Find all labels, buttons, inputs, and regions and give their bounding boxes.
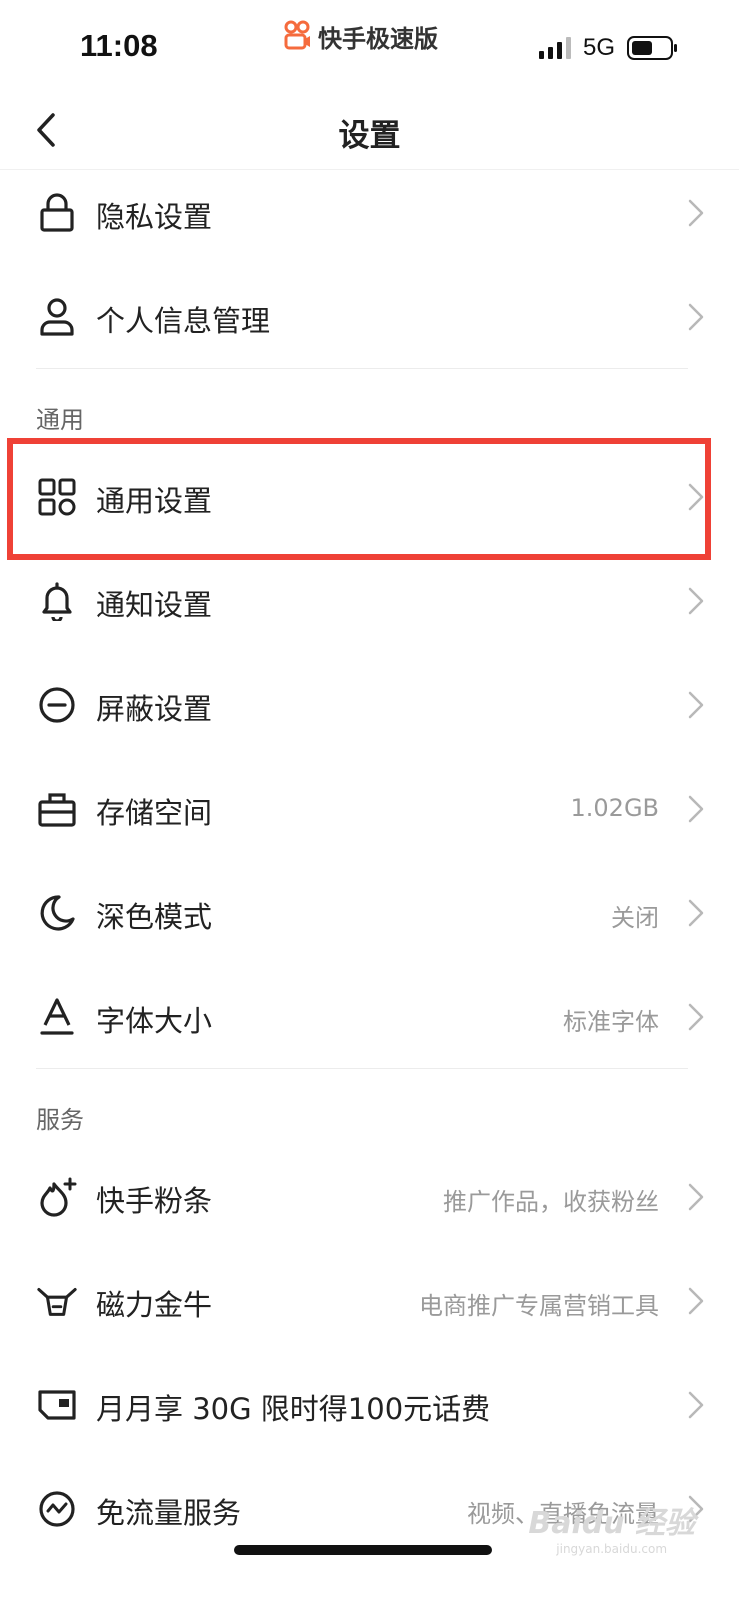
signal-icon — [538, 37, 571, 59]
watermark-brand: Baidu 经验 — [528, 1506, 695, 1541]
settings-item-privacy[interactable]: 隐私设置 — [0, 162, 739, 266]
settings-item-label: 隐私设置 — [96, 200, 213, 234]
moon-icon — [36, 892, 78, 934]
data-card-icon — [36, 1384, 78, 1426]
font-size-value: 标准字体 — [563, 1008, 659, 1036]
network-type: 5G — [582, 34, 615, 61]
settings-item-label: 存储空间 — [96, 796, 213, 830]
free-data-icon — [36, 1488, 78, 1530]
settings-item-label: 磁力金牛 — [96, 1288, 213, 1322]
settings-item-block[interactable]: 屏蔽设置 — [0, 654, 739, 758]
chevron-right-icon — [688, 1183, 704, 1211]
chevron-right-icon — [688, 795, 704, 823]
settings-item-label: 个人信息管理 — [96, 304, 271, 338]
settings-item-cili-jinniu[interactable]: 磁力金牛 电商推广专属营销工具 — [0, 1250, 739, 1354]
storage-size-value: 1.02GB — [570, 794, 660, 822]
baidu-watermark: Baidu 经验 jingyan.baidu.com — [528, 1498, 695, 1556]
settings-item-font-size[interactable]: 字体大小 标准字体 — [0, 966, 739, 1070]
dark-mode-value: 关闭 — [611, 904, 659, 932]
kuaishou-logo-icon — [284, 20, 310, 50]
status-time: 11:08 — [80, 28, 158, 63]
settings-item-personal-info[interactable]: 个人信息管理 — [0, 266, 739, 370]
font-size-icon — [36, 996, 78, 1038]
cili-jinniu-value: 电商推广专属营销工具 — [419, 1292, 659, 1320]
settings-item-monthly-data[interactable]: 月月享 30G 限时得100元话费 — [0, 1354, 739, 1458]
settings-item-storage[interactable]: 存储空间 1.02GB — [0, 758, 739, 862]
chevron-right-icon — [688, 303, 704, 331]
chevron-right-icon — [688, 1287, 704, 1315]
chevron-right-icon — [688, 899, 704, 927]
lock-icon — [36, 192, 78, 234]
section-title-general: 通用 — [36, 406, 84, 434]
user-icon — [36, 296, 78, 338]
page-title: 设置 — [338, 118, 401, 154]
bell-icon — [36, 580, 78, 622]
section-divider — [36, 1068, 688, 1069]
status-indicators: 5G — [538, 34, 679, 62]
settings-item-label: 字体大小 — [96, 1004, 213, 1038]
chevron-right-icon — [688, 199, 704, 227]
settings-item-label: 快手粉条 — [96, 1184, 213, 1218]
promotion-value: 推广作品，收获粉丝 — [443, 1188, 659, 1216]
chevron-right-icon — [688, 1391, 704, 1419]
settings-item-notifications[interactable]: 通知设置 — [0, 550, 739, 654]
chevron-right-icon — [688, 1003, 704, 1031]
settings-item-label: 深色模式 — [96, 900, 213, 934]
home-indicator[interactable] — [234, 1545, 492, 1555]
nav-bar: 设置 — [0, 90, 739, 170]
settings-item-label: 通知设置 — [96, 588, 213, 622]
watermark-url: jingyan.baidu.com — [556, 1542, 668, 1556]
settings-item-label: 免流量服务 — [96, 1496, 242, 1530]
status-app-name: 快手极速版 — [318, 24, 438, 53]
minus-circle-icon — [36, 684, 78, 726]
chevron-right-icon — [688, 691, 704, 719]
battery-icon — [627, 36, 677, 60]
bull-icon — [36, 1280, 78, 1322]
settings-item-label: 月月享 30G 限时得100元话费 — [96, 1392, 491, 1426]
settings-item-promotion[interactable]: 快手粉条 推广作品，收获粉丝 — [0, 1146, 739, 1250]
chevron-right-icon — [688, 587, 704, 615]
status-app-indicator[interactable]: 快手极速版 — [282, 18, 438, 54]
status-bar: 11:08 快手极速版 5G — [0, 0, 739, 90]
section-title-services: 服务 — [36, 1106, 84, 1134]
flame-plus-icon — [36, 1176, 78, 1218]
settings-item-dark-mode[interactable]: 深色模式 关闭 — [0, 862, 739, 966]
settings-item-label: 屏蔽设置 — [96, 692, 213, 726]
storage-box-icon — [36, 788, 78, 830]
section-divider — [36, 368, 688, 369]
highlight-box — [7, 438, 711, 560]
